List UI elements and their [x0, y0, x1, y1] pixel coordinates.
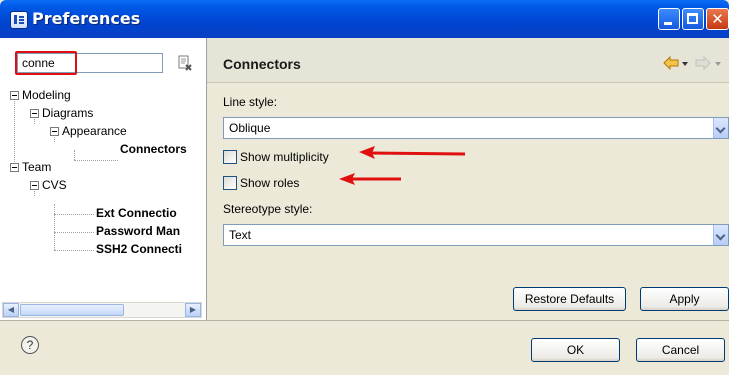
line-style-value: Oblique: [229, 121, 271, 135]
preference-page: Connectors Line style: Oblique Show mult…: [207, 38, 729, 320]
restore-defaults-button[interactable]: Restore Defaults: [513, 287, 626, 311]
annotation-arrow: [359, 146, 466, 159]
tree-line: [54, 214, 94, 215]
tree-item-ssh2-connection[interactable]: SSH2 Connecti: [96, 240, 182, 258]
filter-highlight-box: [15, 51, 77, 75]
tree-item-label: Password Man: [96, 224, 181, 238]
tree-item-label: Appearance: [62, 124, 127, 138]
preference-tree-panel: Modeling Diagrams Appearance Connectors …: [0, 38, 207, 320]
chevron-down-icon[interactable]: [713, 118, 728, 138]
preference-tree: Modeling Diagrams Appearance Connectors …: [0, 86, 206, 276]
preferences-app-icon: [10, 11, 28, 29]
tree-item-ext-connection[interactable]: Ext Connectio: [96, 204, 177, 222]
help-icon[interactable]: ?: [21, 336, 39, 354]
scroll-thumb[interactable]: [20, 304, 124, 316]
tree-item-label: Modeling: [22, 88, 71, 102]
tree-item-label: Ext Connectio: [96, 206, 177, 220]
collapse-icon[interactable]: [50, 127, 59, 136]
collapse-icon[interactable]: [30, 109, 39, 118]
title-bar[interactable]: Preferences ✕: [0, 0, 729, 38]
window-title: Preferences: [32, 9, 141, 28]
maximize-icon: [687, 13, 698, 24]
close-icon: ✕: [711, 10, 724, 28]
show-roles-checkbox[interactable]: [223, 176, 237, 190]
cancel-button[interactable]: Cancel: [636, 338, 725, 362]
page-header: Connectors: [207, 38, 729, 83]
chevron-down-icon[interactable]: [713, 225, 728, 245]
ok-button[interactable]: OK: [531, 338, 620, 362]
back-arrow-icon[interactable]: [663, 56, 679, 70]
tree-item-label: SSH2 Connecti: [96, 242, 183, 256]
minimize-button[interactable]: [658, 8, 680, 30]
line-style-label: Line style:: [223, 95, 278, 109]
show-multiplicity-checkbox[interactable]: [223, 150, 237, 164]
dialog-button-bar: ? OK Cancel: [0, 320, 729, 375]
tree-item-password-management[interactable]: Password Man: [96, 222, 180, 240]
show-roles-label[interactable]: Show roles: [240, 176, 299, 190]
apply-button[interactable]: Apply: [640, 287, 729, 311]
tree-line: [14, 96, 15, 168]
forward-history-dropdown-icon[interactable]: [715, 62, 721, 66]
page-title: Connectors: [223, 56, 301, 72]
maximize-button[interactable]: [682, 8, 704, 30]
line-style-combo[interactable]: Oblique: [223, 117, 729, 139]
stereotype-style-value: Text: [229, 228, 252, 242]
tree-line: [54, 204, 55, 250]
back-history-dropdown-icon[interactable]: [682, 62, 688, 66]
tree-item-label: Connectors: [120, 142, 187, 156]
close-button[interactable]: ✕: [706, 8, 729, 30]
forward-arrow-icon[interactable]: [695, 56, 711, 70]
tree-line: [74, 150, 75, 160]
tree-item-label: Team: [22, 160, 52, 174]
clear-filter-icon[interactable]: [177, 55, 193, 71]
stereotype-style-label: Stereotype style:: [223, 202, 313, 216]
tree-horizontal-scrollbar[interactable]: ◀ ▶: [2, 302, 202, 318]
collapse-icon[interactable]: [10, 163, 19, 172]
collapse-icon[interactable]: [30, 181, 39, 190]
annotation-arrow: [339, 173, 401, 185]
tree-line: [54, 250, 94, 251]
show-multiplicity-label[interactable]: Show multiplicity: [240, 150, 329, 164]
stereotype-style-combo[interactable]: Text: [223, 224, 729, 246]
scroll-left-button[interactable]: ◀: [3, 303, 19, 317]
minimize-icon: [664, 22, 672, 25]
scroll-right-button[interactable]: ▶: [185, 303, 201, 317]
collapse-icon[interactable]: [10, 91, 19, 100]
tree-line: [54, 232, 94, 233]
tree-item-label: Diagrams: [42, 106, 94, 120]
tree-item-label: CVS: [42, 178, 67, 192]
tree-item-connectors[interactable]: Connectors: [120, 140, 187, 158]
tree-line: [74, 160, 118, 161]
